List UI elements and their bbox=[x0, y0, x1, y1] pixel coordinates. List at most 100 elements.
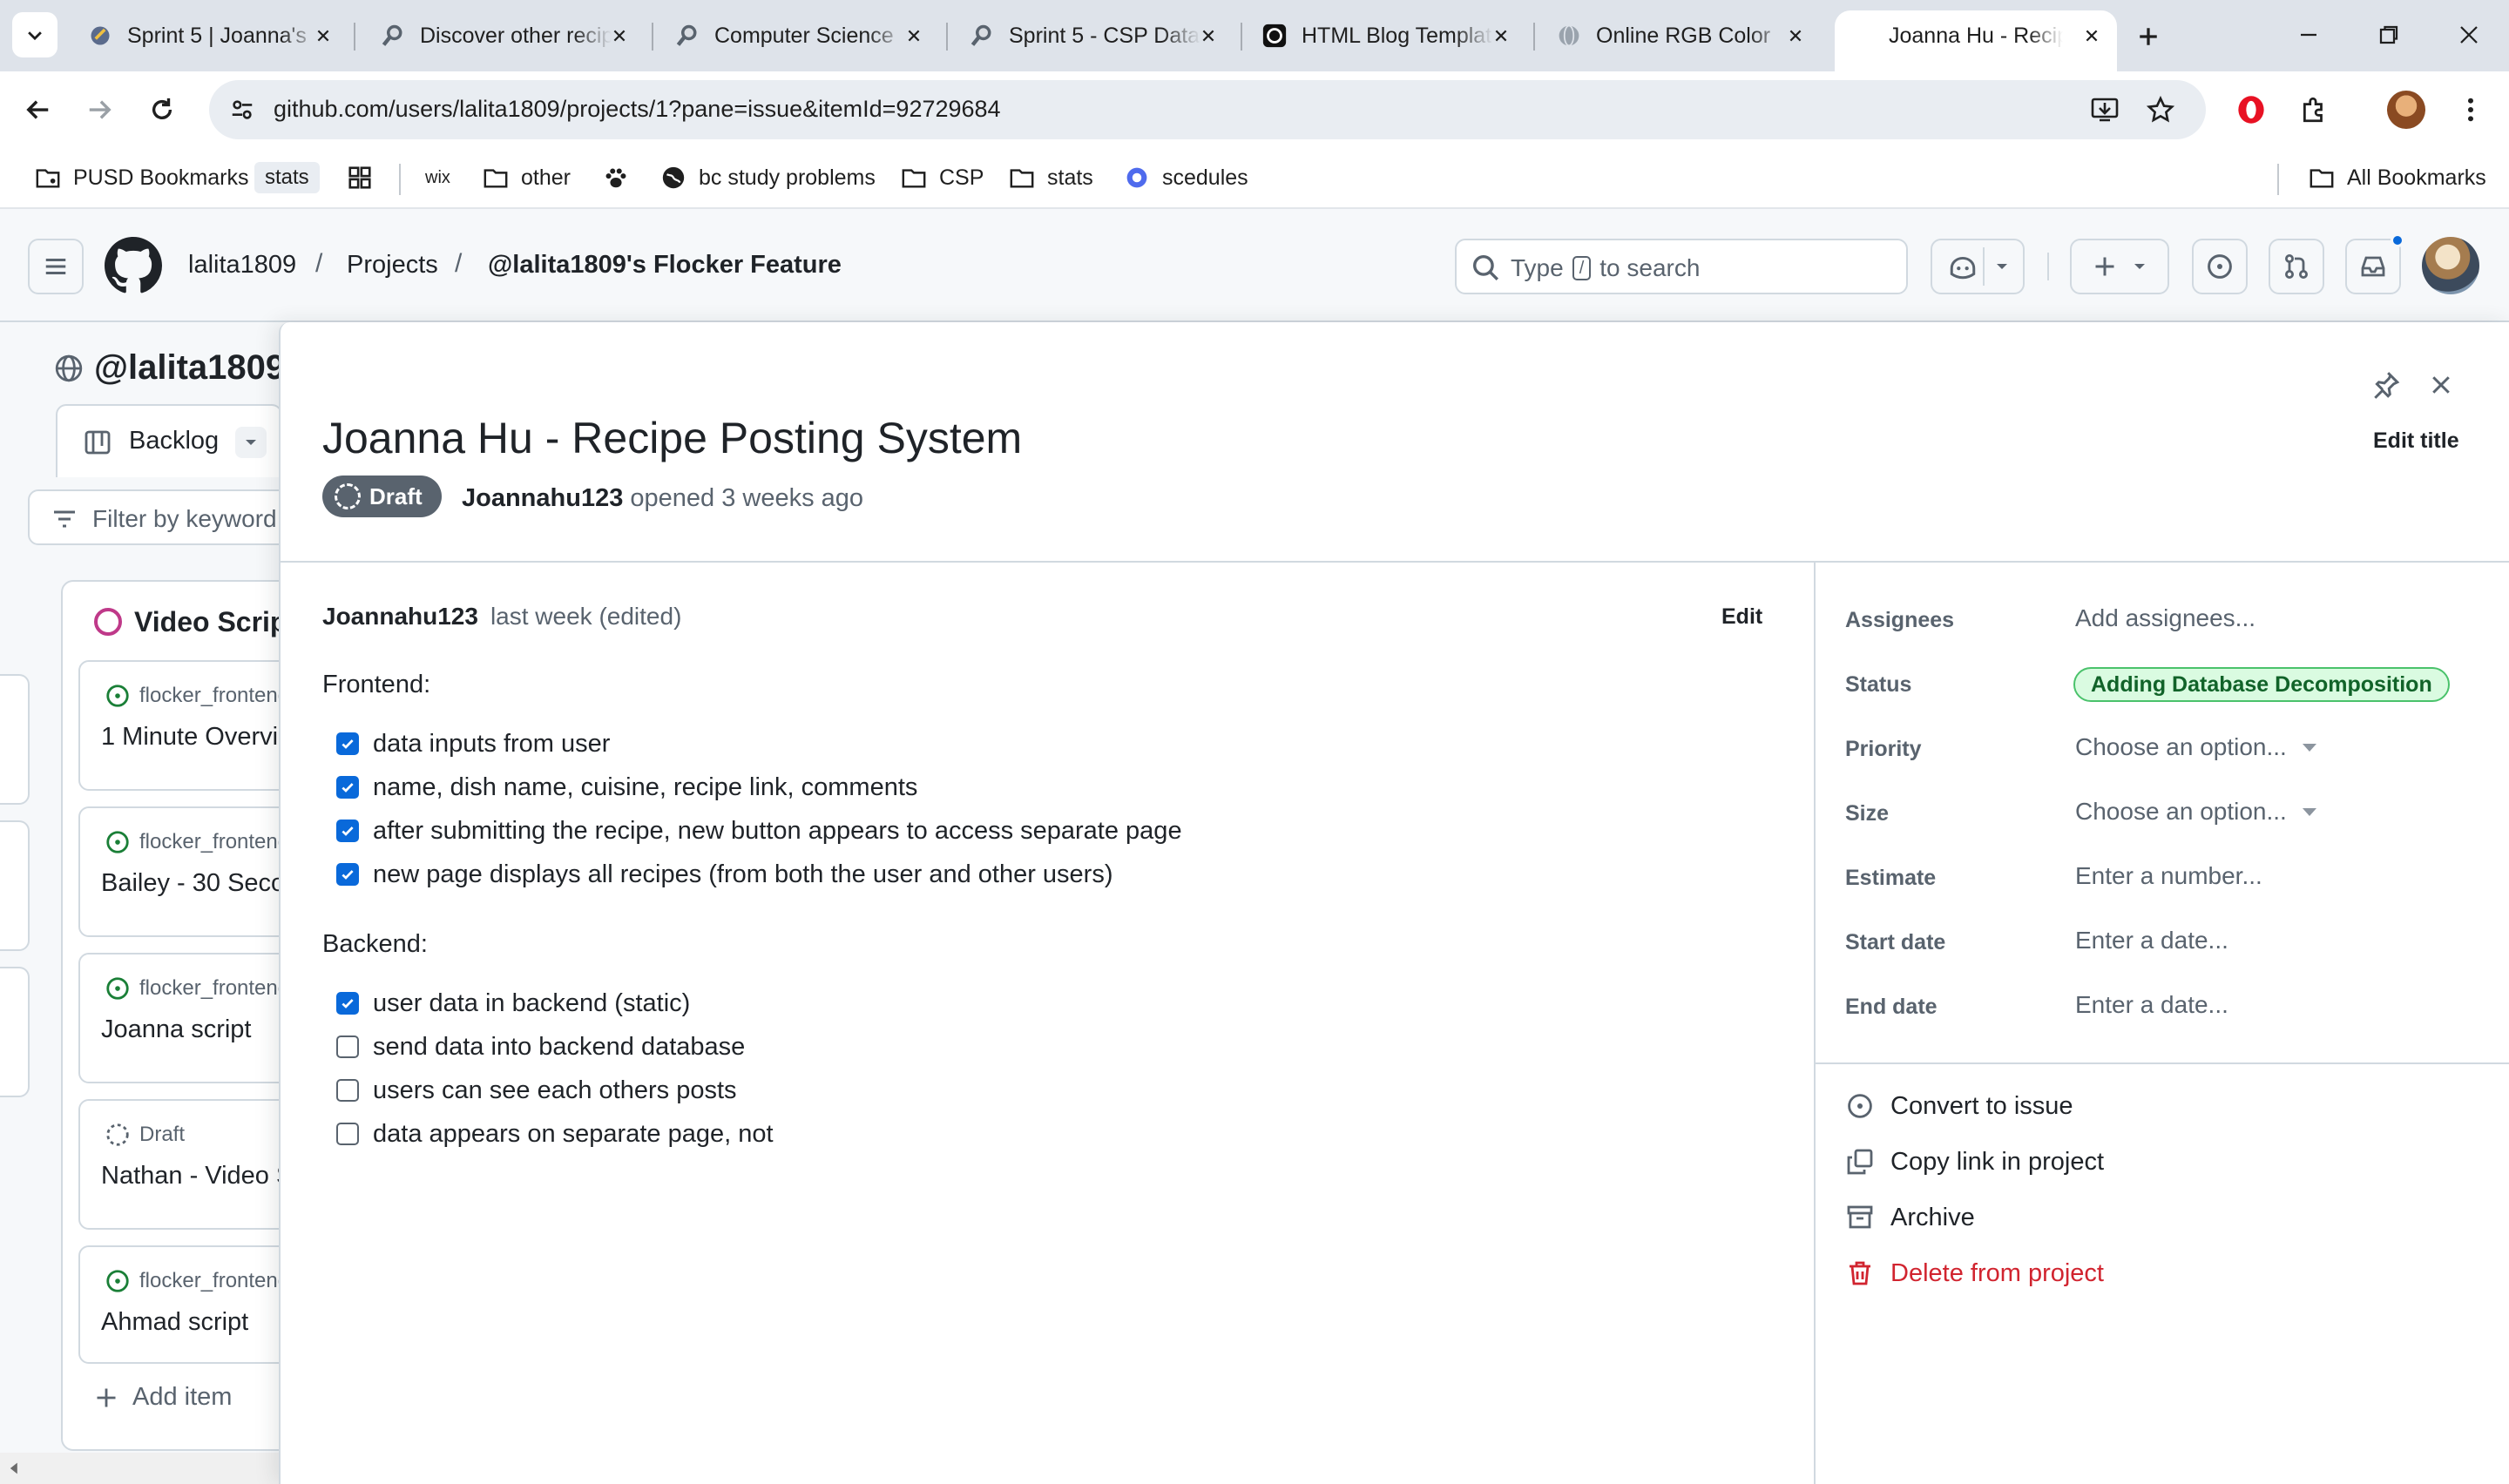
chrome-menu-icon[interactable] bbox=[2452, 91, 2490, 129]
checkbox-checked[interactable] bbox=[336, 820, 359, 842]
site-info-icon[interactable] bbox=[227, 94, 258, 125]
task-item[interactable]: users can see each others posts bbox=[336, 1073, 737, 1108]
reload-button[interactable] bbox=[139, 87, 185, 132]
issues-button[interactable] bbox=[2192, 239, 2248, 294]
inbox-button[interactable] bbox=[2345, 239, 2401, 294]
bookmark-scedules[interactable]: scedules bbox=[1122, 160, 1248, 195]
bookmark-stats[interactable]: stats bbox=[1007, 160, 1093, 195]
checkbox-checked[interactable] bbox=[336, 863, 359, 886]
global-nav-menu-button[interactable] bbox=[28, 239, 84, 294]
status-badge[interactable]: Adding Database Decomposition bbox=[2073, 667, 2450, 702]
convert-to-issue-button[interactable]: Convert to issue bbox=[1845, 1087, 2073, 1125]
end-date-input[interactable]: Enter a date... bbox=[2075, 991, 2228, 1019]
bookmark-csp[interactable]: CSP bbox=[899, 160, 984, 195]
task-item[interactable]: after submitting the recipe, new button … bbox=[336, 813, 1182, 848]
tab-discover-recipes[interactable]: Discover other recipes bbox=[366, 10, 645, 61]
user-avatar[interactable] bbox=[2422, 237, 2479, 294]
bookmark-bc-study[interactable]: bc study problems bbox=[659, 160, 876, 195]
checkbox-checked[interactable] bbox=[336, 732, 359, 755]
checkbox-unchecked[interactable] bbox=[336, 1035, 359, 1058]
github-logo-icon[interactable] bbox=[105, 237, 162, 294]
bookmark-paw[interactable] bbox=[601, 160, 641, 195]
card-repo: flocker_frontend bbox=[139, 1269, 290, 1292]
breadcrumb-user[interactable]: lalita1809 bbox=[188, 251, 296, 280]
close-panel-icon[interactable] bbox=[2422, 366, 2460, 404]
task-item[interactable]: name, dish name, cuisine, recipe link, c… bbox=[336, 770, 917, 805]
search-input[interactable]: Type / to search bbox=[1455, 239, 1908, 294]
add-item-label: Add item bbox=[132, 1383, 233, 1411]
tab-rgb-color[interactable]: Online RGB Color bbox=[1542, 10, 1821, 61]
checkbox-unchecked[interactable] bbox=[336, 1079, 359, 1102]
start-date-input[interactable]: Enter a date... bbox=[2075, 927, 2228, 954]
bookmark-pusd[interactable]: PUSD Bookmarks bbox=[33, 160, 248, 195]
all-bookmarks[interactable]: All Bookmarks bbox=[2307, 160, 2486, 195]
tab-search-button[interactable] bbox=[12, 12, 57, 57]
tab-sprint5-csp[interactable]: Sprint 5 - CSP Data bbox=[955, 10, 1234, 61]
new-tab-button[interactable] bbox=[2129, 17, 2167, 56]
close-tab-icon[interactable] bbox=[606, 23, 632, 49]
forward-button[interactable] bbox=[77, 87, 122, 132]
horizontal-scrollbar[interactable] bbox=[0, 1453, 287, 1484]
opera-extension-icon[interactable] bbox=[2232, 91, 2270, 129]
archive-button[interactable]: Archive bbox=[1845, 1198, 1975, 1237]
tab-title: Sprint 5 - CSP Data bbox=[1009, 23, 1200, 48]
tab-computer-science[interactable]: Computer Science bbox=[660, 10, 939, 61]
view-tab-backlog[interactable]: Backlog bbox=[56, 404, 282, 477]
profile-avatar[interactable] bbox=[2387, 91, 2425, 129]
copilot-button[interactable] bbox=[1931, 239, 2025, 294]
close-tab-icon[interactable] bbox=[1195, 23, 1221, 49]
tab-sprint5-joanna[interactable]: Sprint 5 | Joanna's bbox=[73, 10, 348, 61]
bookmarks-bar: PUSD Bookmarks stats wix other bc study … bbox=[0, 148, 2509, 209]
close-tab-icon[interactable] bbox=[1488, 23, 1514, 49]
breadcrumb-projects[interactable]: Projects bbox=[347, 251, 438, 280]
back-button[interactable] bbox=[16, 87, 61, 132]
close-tab-icon[interactable] bbox=[901, 23, 927, 49]
tab-title: Discover other recipes bbox=[420, 23, 612, 48]
scroll-left-arrow-icon[interactable] bbox=[7, 1461, 19, 1475]
task-item[interactable]: send data into backend database bbox=[336, 1029, 745, 1064]
tab-active-joanna-recipe[interactable]: Joanna Hu - Recipe Posting System bbox=[1835, 10, 2117, 71]
folder-icon bbox=[2307, 163, 2337, 192]
view-options-button[interactable] bbox=[235, 427, 267, 458]
add-item-button[interactable]: Add item bbox=[94, 1383, 232, 1412]
breadcrumb-project[interactable]: @lalita1809's Flocker Feature bbox=[488, 251, 842, 280]
close-window-button[interactable] bbox=[2448, 16, 2490, 54]
task-item[interactable]: new page displays all recipes (from both… bbox=[336, 857, 1113, 892]
checkbox-checked[interactable] bbox=[336, 776, 359, 799]
bookmark-star-icon[interactable] bbox=[2145, 94, 2176, 125]
restore-button[interactable] bbox=[2368, 16, 2410, 54]
delete-from-project-button[interactable]: Delete from project bbox=[1845, 1254, 2104, 1292]
task-item[interactable]: data inputs from user bbox=[336, 726, 610, 761]
estimate-input[interactable]: Enter a number... bbox=[2075, 862, 2262, 890]
folder-icon bbox=[1007, 163, 1037, 192]
install-app-icon[interactable] bbox=[2089, 94, 2120, 125]
close-tab-icon[interactable] bbox=[310, 23, 336, 49]
tab-html-blog[interactable]: HTML Blog Template bbox=[1248, 10, 1526, 61]
address-bar[interactable]: github.com/users/lalita1809/projects/1?p… bbox=[209, 80, 2206, 139]
task-item[interactable]: user data in backend (static) bbox=[336, 986, 690, 1021]
size-select[interactable]: Choose an option... bbox=[2075, 798, 2316, 826]
author-link[interactable]: Joannahu123 bbox=[462, 484, 623, 512]
bookmark-other[interactable]: other bbox=[481, 160, 571, 195]
bookmark-stats-chip[interactable]: stats bbox=[254, 160, 320, 195]
extensions-puzzle-icon[interactable] bbox=[2295, 91, 2333, 129]
checkbox-checked[interactable] bbox=[336, 992, 359, 1015]
edit-title-button[interactable]: Edit title bbox=[2373, 428, 2459, 454]
close-tab-icon[interactable] bbox=[2079, 23, 2105, 49]
bookmark-wix[interactable]: wix bbox=[425, 160, 450, 195]
create-new-button[interactable] bbox=[2070, 239, 2169, 294]
bookmark-apps[interactable] bbox=[345, 160, 385, 195]
copy-link-button[interactable]: Copy link in project bbox=[1845, 1143, 2104, 1181]
edit-comment-button[interactable]: Edit bbox=[1721, 604, 1762, 630]
minimize-button[interactable] bbox=[2288, 16, 2330, 54]
priority-select[interactable]: Choose an option... bbox=[2075, 733, 2316, 761]
comment-author[interactable]: Joannahu123 bbox=[322, 603, 478, 630]
task-item[interactable]: data appears on separate page, not bbox=[336, 1116, 774, 1151]
view-tab-label: Backlog bbox=[129, 427, 220, 455]
close-tab-icon[interactable] bbox=[1782, 23, 1809, 49]
card-repo: flocker_frontend bbox=[139, 684, 290, 707]
pin-icon[interactable] bbox=[2366, 366, 2404, 404]
assignees-field[interactable]: Add assignees... bbox=[2075, 604, 2255, 632]
checkbox-unchecked[interactable] bbox=[336, 1123, 359, 1145]
pull-requests-button[interactable] bbox=[2269, 239, 2324, 294]
